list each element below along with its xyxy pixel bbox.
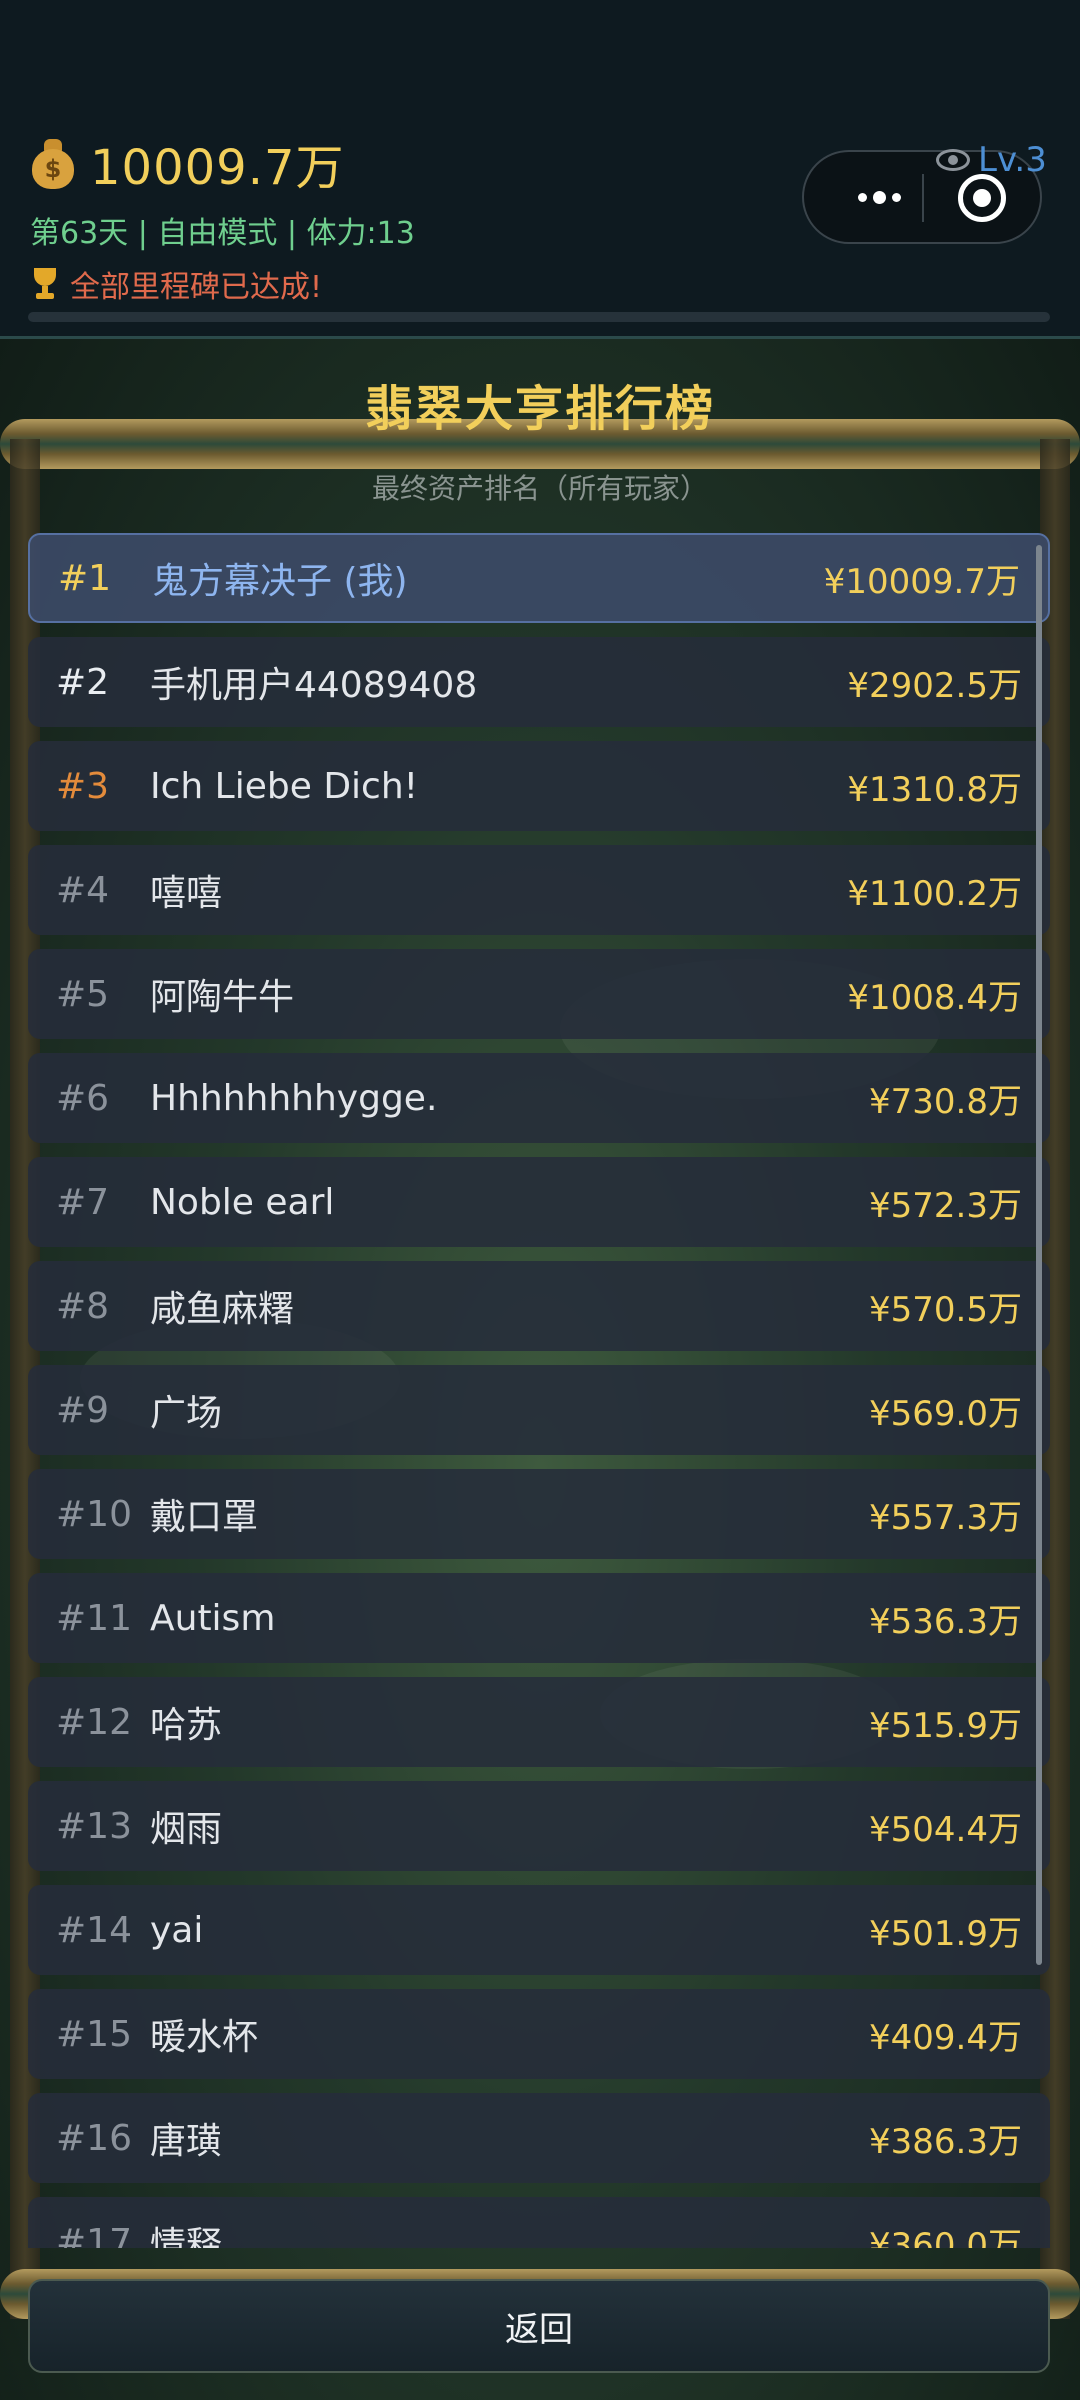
player-assets: ¥409.4万	[869, 2017, 1022, 2058]
player-assets: ¥10009.7万	[823, 561, 1020, 602]
ranking-row-me[interactable]: #1 鬼方幕决子 (我) ¥10009.7万	[28, 533, 1050, 623]
milestone-progress-bar	[28, 312, 1050, 322]
player-name: Ich Liebe Dich!	[150, 765, 419, 807]
player-assets: ¥570.5万	[869, 1289, 1022, 1330]
trophy-icon	[30, 268, 60, 300]
player-assets: ¥515.9万	[869, 1705, 1022, 1746]
ranking-row[interactable]: #13 烟雨 ¥504.4万	[28, 1781, 1050, 1871]
rank-number: #7	[56, 1181, 110, 1223]
ranking-row[interactable]: #3 Ich Liebe Dich! ¥1310.8万	[28, 741, 1050, 831]
ranking-row[interactable]: #14 yai ¥501.9万	[28, 1885, 1050, 1975]
player-name: Hhhhhhhhygge.	[150, 1077, 438, 1119]
more-dots-icon[interactable]	[834, 152, 924, 242]
player-assets: ¥572.3万	[869, 1185, 1022, 1226]
status-header: $ 10009.7万 第63天 | 自由模式 | 体力:13 全部里程碑已达成!…	[0, 0, 1080, 338]
player-assets: ¥557.3万	[869, 1497, 1022, 1538]
player-name: 唐璜	[150, 2121, 223, 2162]
game-status: 第63天 | 自由模式 | 体力:13	[30, 216, 415, 251]
player-name: yai	[150, 1909, 204, 1951]
rank-number: #14	[56, 1909, 132, 1951]
player-assets: ¥504.4万	[869, 1809, 1022, 1850]
player-assets: ¥1100.2万	[847, 873, 1022, 914]
rank-number: #17	[56, 2221, 132, 2249]
target-icon[interactable]	[958, 174, 1006, 222]
ranking-row[interactable]: #8 咸鱼麻糬 ¥570.5万	[28, 1261, 1050, 1351]
player-name: 暖水杯	[150, 2017, 259, 2058]
money-bag-icon: $	[30, 137, 76, 189]
ranking-row[interactable]: #17 情释 ¥360.0万	[28, 2197, 1050, 2248]
ranking-row[interactable]: #9 广场 ¥569.0万	[28, 1365, 1050, 1455]
ranking-row[interactable]: #5 阿陶牛牛 ¥1008.4万	[28, 949, 1050, 1039]
rank-number: #9	[56, 1389, 110, 1431]
player-name: 烟雨	[150, 1809, 223, 1850]
player-name: Autism	[150, 1597, 276, 1639]
player-assets: ¥360.0万	[869, 2225, 1022, 2249]
player-assets: ¥501.9万	[869, 1913, 1022, 1954]
player-name: 鬼方幕决子 (我)	[152, 561, 408, 602]
player-name: Noble earl	[150, 1181, 335, 1223]
ranking-row[interactable]: #10 戴口罩 ¥557.3万	[28, 1469, 1050, 1559]
player-name: 阿陶牛牛	[150, 977, 295, 1018]
leaderboard-screen: $ 10009.7万 第63天 | 自由模式 | 体力:13 全部里程碑已达成!…	[0, 0, 1080, 2400]
rank-number: #4	[56, 869, 110, 911]
rank-number: #1	[58, 557, 112, 599]
player-assets: ¥386.3万	[869, 2121, 1022, 2162]
player-name: 嘻嘻	[150, 873, 223, 914]
rank-number: #6	[56, 1077, 110, 1119]
back-button[interactable]: 返回	[28, 2279, 1050, 2373]
ranking-row[interactable]: #11 Autism ¥536.3万	[28, 1573, 1050, 1663]
rank-number: #2	[56, 661, 110, 703]
rank-number: #10	[56, 1493, 132, 1535]
player-assets: ¥2902.5万	[847, 665, 1022, 706]
player-name: 手机用户44089408	[150, 665, 478, 706]
milestone-banner: 全部里程碑已达成!	[30, 262, 322, 306]
player-assets: ¥730.8万	[869, 1081, 1022, 1122]
ranking-row[interactable]: #12 哈苏 ¥515.9万	[28, 1677, 1050, 1767]
player-name: 戴口罩	[150, 1497, 259, 1538]
player-name: 广场	[150, 1393, 223, 1434]
leaderboard-panel: 翡翠大亨排行榜 最终资产排名（所有玩家） #1 鬼方幕决子 (我) ¥10009.7…	[0, 339, 1080, 2400]
rank-number: #13	[56, 1805, 132, 1847]
player-name: 情释	[150, 2225, 223, 2248]
money-amount: 10009.7万	[90, 140, 345, 196]
ranking-row[interactable]: #15 暖水杯 ¥409.4万	[28, 1989, 1050, 2079]
ranking-row[interactable]: #6 Hhhhhhhhygge. ¥730.8万	[28, 1053, 1050, 1143]
ranking-scrollbar[interactable]	[1036, 545, 1042, 1965]
eye-icon	[936, 149, 970, 171]
player-name: 哈苏	[150, 1705, 223, 1746]
ranking-row[interactable]: #2 手机用户44089408 ¥2902.5万	[28, 637, 1050, 727]
level-indicator: Lv.3	[936, 140, 1047, 180]
rank-number: #12	[56, 1701, 132, 1743]
rank-number: #8	[56, 1285, 110, 1327]
leaderboard-title: 翡翠大亨排行榜	[364, 381, 715, 437]
ranking-row[interactable]: #4 嘻嘻 ¥1100.2万	[28, 845, 1050, 935]
ranking-row[interactable]: #7 Noble earl ¥572.3万	[28, 1157, 1050, 1247]
rank-number: #16	[56, 2117, 132, 2159]
money-display: $ 10009.7万	[30, 128, 345, 198]
rank-number: #11	[56, 1597, 132, 1639]
leaderboard-subtitle: 最终资产排名（所有玩家）	[371, 472, 708, 505]
rank-number: #5	[56, 973, 110, 1015]
player-name: 咸鱼麻糬	[150, 1289, 295, 1330]
player-assets: ¥1008.4万	[847, 977, 1022, 1018]
player-assets: ¥1310.8万	[847, 769, 1022, 810]
level-text: Lv.3	[978, 140, 1047, 180]
rank-number: #3	[56, 765, 110, 807]
ranking-row[interactable]: #16 唐璜 ¥386.3万	[28, 2093, 1050, 2183]
ranking-list[interactable]: #1 鬼方幕决子 (我) ¥10009.7万 #2 手机用户44089408 ¥2902…	[28, 533, 1050, 2248]
player-assets: ¥536.3万	[869, 1601, 1022, 1642]
milestone-text: 全部里程碑已达成!	[70, 270, 323, 305]
rank-number: #15	[56, 2013, 132, 2055]
player-assets: ¥569.0万	[869, 1393, 1022, 1434]
